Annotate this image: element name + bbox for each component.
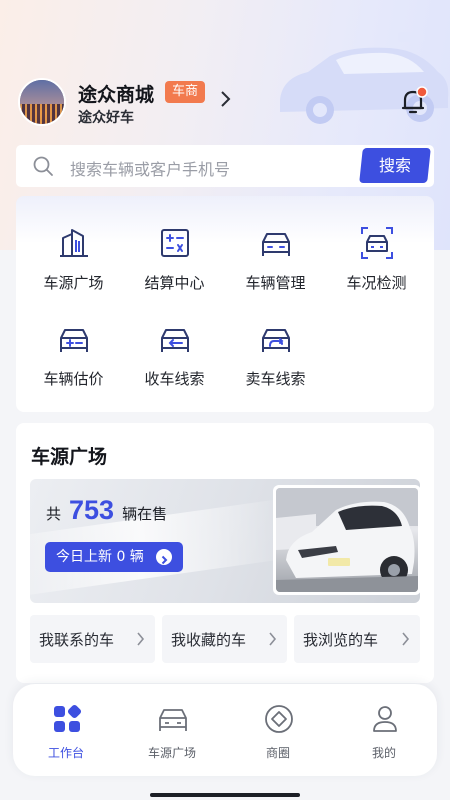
building-icon xyxy=(60,229,88,257)
section-title: 车源广场 xyxy=(31,446,108,468)
func-label: 车辆估价 xyxy=(43,370,104,388)
search-bar: 搜索车辆或客户手机号 搜索 xyxy=(16,145,434,187)
stock-count-number: 753 xyxy=(69,495,115,525)
chevron-right-icon xyxy=(137,632,145,646)
func-label: 车况检测 xyxy=(346,274,407,292)
search-icon xyxy=(33,156,53,176)
bell-icon[interactable] xyxy=(397,86,429,118)
tab-vehicle-market[interactable]: 车源广场 xyxy=(119,684,225,776)
car-photo xyxy=(273,485,420,595)
quick-link-contacted[interactable]: 我联系的车 xyxy=(30,615,155,663)
stock-banner[interactable]: 共 753 辆在售 今日上新 0 辆 xyxy=(30,479,420,603)
func-sale-leads[interactable]: 卖车线索 xyxy=(223,322,328,402)
func-label: 车辆管理 xyxy=(245,274,306,292)
diamond-circle-icon xyxy=(265,705,293,733)
home-indicator xyxy=(150,793,300,797)
car-icon xyxy=(262,233,290,256)
car-icon xyxy=(159,709,187,731)
bottom-tab-bar: 工作台 车源广场 商圈 我的 xyxy=(13,684,437,776)
shop-name: 途众商城 xyxy=(78,84,155,106)
car-scan-icon xyxy=(361,227,393,259)
chevron-right-icon[interactable] xyxy=(218,90,232,108)
calculator-icon xyxy=(161,229,189,257)
grid-icon xyxy=(54,704,82,732)
func-label: 结算中心 xyxy=(144,274,205,292)
quick-link-browsed[interactable]: 我浏览的车 xyxy=(294,615,420,663)
person-icon xyxy=(373,706,397,732)
func-condition-check[interactable]: 车况检测 xyxy=(324,226,429,306)
func-purchase-leads[interactable]: 收车线索 xyxy=(122,322,227,402)
quick-link-favorites[interactable]: 我收藏的车 xyxy=(162,615,287,663)
func-label: 收车线索 xyxy=(144,370,205,388)
func-valuation[interactable]: 车辆估价 xyxy=(21,322,126,402)
shop-header[interactable]: 途众商城 车商 途众好车 xyxy=(16,76,436,128)
chevron-right-icon xyxy=(402,632,410,646)
car-inbound-icon xyxy=(161,329,189,352)
func-vehicle-market[interactable]: 车源广场 xyxy=(21,226,126,306)
shop-subtitle: 途众好车 xyxy=(78,110,134,126)
notification-dot xyxy=(416,86,428,98)
dealer-badge: 车商 xyxy=(165,81,206,103)
arrow-right-icon xyxy=(156,549,172,565)
func-settlement[interactable]: 结算中心 xyxy=(122,226,227,306)
car-valuation-icon xyxy=(60,329,88,352)
avatar[interactable] xyxy=(18,78,66,126)
new-today-button[interactable]: 今日上新 0 辆 xyxy=(45,542,183,572)
tab-profile[interactable]: 我的 xyxy=(331,684,437,776)
search-input[interactable]: 搜索车辆或客户手机号 xyxy=(70,156,230,180)
tab-business-circle[interactable]: 商圈 xyxy=(225,684,331,776)
chevron-right-icon xyxy=(269,632,277,646)
func-vehicle-management[interactable]: 车辆管理 xyxy=(223,226,328,306)
tab-workbench[interactable]: 工作台 xyxy=(13,684,119,776)
stock-count: 共 753 辆在售 xyxy=(46,495,168,525)
car-outbound-icon xyxy=(262,329,290,352)
vehicle-market-card: 车源广场 共 753 辆在售 今日上新 0 辆 我联系的车 我收藏的车 我浏览的… xyxy=(16,423,434,683)
function-grid: 车源广场 结算中心 车辆管理 车况检测 车辆估价 收车线索 卖车线索 xyxy=(16,196,434,412)
func-label: 卖车线索 xyxy=(245,370,306,388)
search-button[interactable]: 搜索 xyxy=(359,148,431,183)
func-label: 车源广场 xyxy=(43,274,104,292)
